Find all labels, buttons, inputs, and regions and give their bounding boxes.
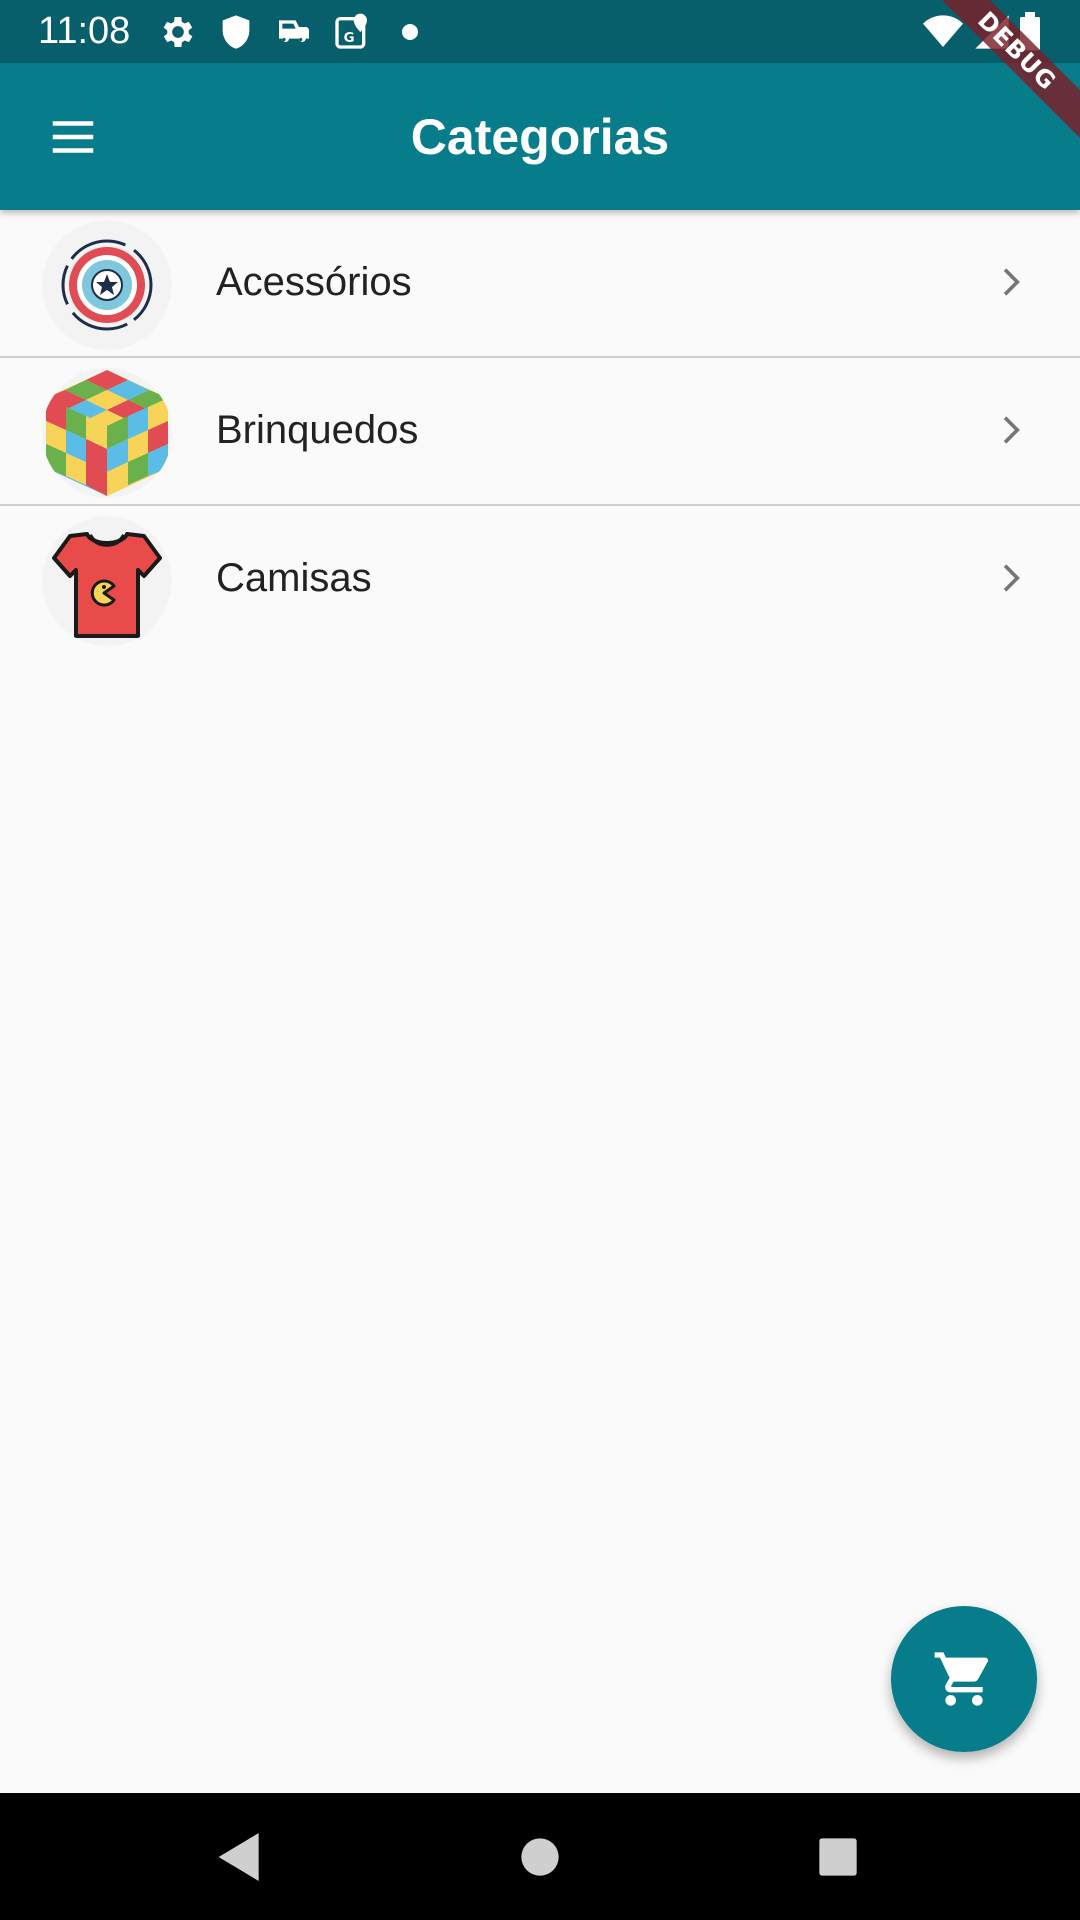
recents-button[interactable] xyxy=(806,1825,870,1889)
category-item-brinquedos[interactable]: Brinquedos xyxy=(0,358,1080,506)
chevron-right-icon xyxy=(988,408,1032,452)
page-title: Categorias xyxy=(410,109,670,165)
home-icon xyxy=(521,1838,559,1876)
map-pin-icon: G xyxy=(332,12,372,52)
chevron-right-icon xyxy=(988,260,1032,304)
status-time: 11:08 xyxy=(38,10,131,52)
app-bar: Categorias xyxy=(0,63,1080,210)
dot-icon xyxy=(400,12,420,52)
shopping-cart-icon xyxy=(934,1652,989,1706)
cart-button[interactable] xyxy=(891,1606,1037,1752)
gear-icon xyxy=(158,12,198,52)
category-item-acessorios[interactable]: Acessórios xyxy=(0,210,1080,358)
chevron-right-icon xyxy=(988,556,1032,600)
system-nav-bar xyxy=(0,1793,1080,1920)
recents-icon xyxy=(819,1838,857,1876)
back-button[interactable] xyxy=(208,1825,272,1889)
car-icon xyxy=(274,12,314,52)
screen: 11:08 G Categorias DEBUG Acessórios Brin… xyxy=(0,0,1080,1920)
rubik-cube-image xyxy=(42,368,172,498)
category-list: Acessórios Brinquedos Camisas xyxy=(0,210,1080,652)
category-item-camisas[interactable]: Camisas xyxy=(0,506,1080,652)
back-icon xyxy=(218,1833,259,1881)
svg-text:G: G xyxy=(344,31,355,46)
shield-icon xyxy=(216,12,256,52)
pacman-tshirt-image xyxy=(42,516,172,646)
category-label: Acessórios xyxy=(216,260,412,304)
status-bar: 11:08 G xyxy=(0,0,1080,63)
home-button[interactable] xyxy=(508,1825,572,1889)
category-label: Camisas xyxy=(216,556,372,600)
category-label: Brinquedos xyxy=(216,408,419,452)
captain-shield-image xyxy=(42,220,172,350)
